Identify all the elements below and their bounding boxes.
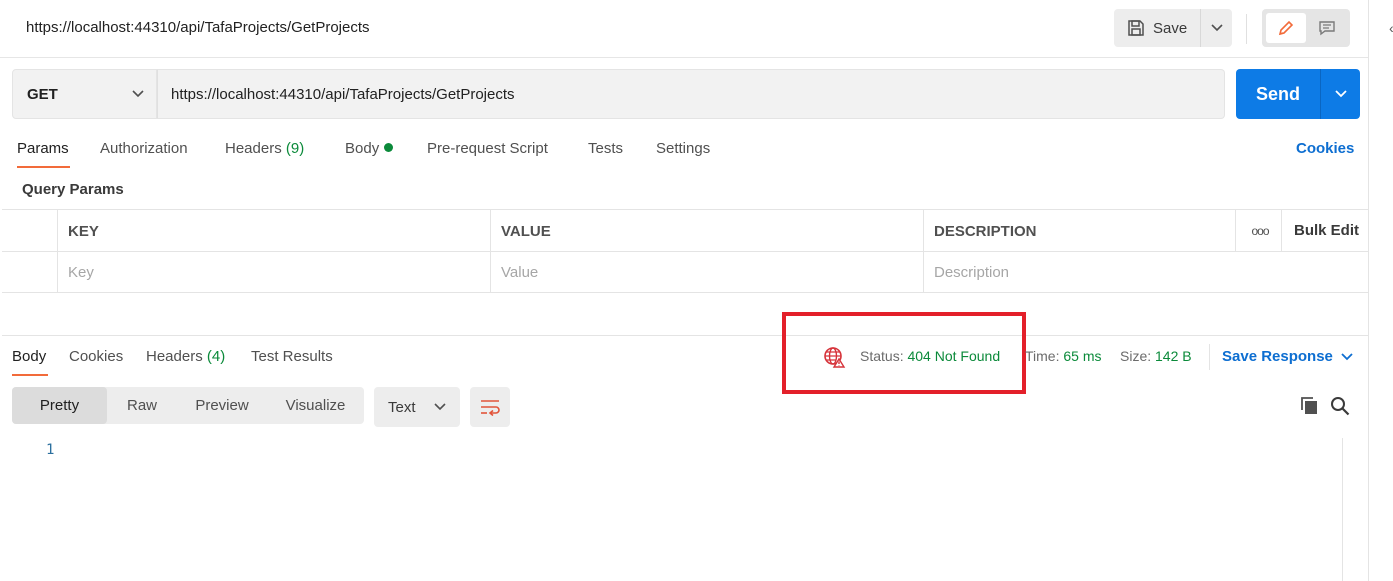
column-options-icon[interactable]: ooo <box>1237 210 1283 251</box>
active-tab-indicator <box>17 166 70 168</box>
comment-icon <box>1319 21 1335 36</box>
tab-body-label: Body <box>345 140 380 157</box>
save-response-button[interactable]: Save Response <box>1222 348 1353 365</box>
active-response-tab-indicator <box>12 374 48 376</box>
request-title[interactable]: https://localhost:44310/api/TafaProjects… <box>26 19 370 36</box>
response-view-modes: Pretty Raw Preview Visualize <box>12 387 364 424</box>
url-input[interactable] <box>157 69 1225 119</box>
edit-mode-button[interactable] <box>1266 13 1306 43</box>
response-tab-cookies[interactable]: Cookies <box>69 348 123 365</box>
method-select[interactable]: GET <box>12 69 157 119</box>
response-body-editor[interactable] <box>2 438 1360 581</box>
view-mode-visualize[interactable]: Visualize <box>267 387 364 424</box>
tab-params[interactable]: Params <box>17 140 69 157</box>
save-icon <box>1128 20 1144 36</box>
chevron-down-icon <box>1210 24 1223 32</box>
method-label: GET <box>27 85 58 103</box>
body-indicator-dot <box>384 143 394 152</box>
column-divider <box>490 210 491 293</box>
wrap-lines-icon <box>481 400 500 416</box>
size-label: Size: <box>1120 348 1152 364</box>
response-tab-headers-label: Headers <box>146 348 203 365</box>
tab-authorization[interactable]: Authorization <box>100 140 188 157</box>
column-header-key: KEY <box>68 223 99 240</box>
response-divider[interactable] <box>2 335 1368 336</box>
time-label: Time: <box>1025 348 1060 364</box>
view-mode-raw[interactable]: Raw <box>107 387 177 424</box>
response-size[interactable]: Size: 142 B <box>1120 348 1192 364</box>
param-description-input[interactable] <box>934 257 1354 287</box>
collapse-panel-icon[interactable]: ‹ <box>1389 20 1393 36</box>
tab-pre-request-script[interactable]: Pre-request Script <box>427 140 548 157</box>
search-icon[interactable] <box>1328 394 1352 418</box>
column-divider <box>57 210 58 293</box>
tab-headers-label: Headers <box>225 140 282 157</box>
save-label: Save <box>1153 19 1188 37</box>
header-divider <box>1246 14 1247 44</box>
status-highlight-box <box>782 312 1026 394</box>
tab-headers[interactable]: Headers (9) <box>225 140 304 157</box>
meta-divider <box>1209 344 1210 370</box>
column-header-description: DESCRIPTION <box>934 223 1037 240</box>
send-button[interactable]: Send <box>1236 69 1320 119</box>
response-format-select[interactable]: Text <box>374 387 460 427</box>
response-time[interactable]: Time: 65 ms <box>1025 348 1102 364</box>
size-value: 142 B <box>1155 348 1192 364</box>
column-divider <box>1235 210 1236 251</box>
line-number: 1 <box>46 442 55 458</box>
column-header-value: VALUE <box>501 223 551 240</box>
copy-icon[interactable] <box>1298 394 1322 418</box>
save-button-group: Save <box>1114 9 1232 47</box>
tab-tests[interactable]: Tests <box>588 140 623 157</box>
response-tab-body[interactable]: Body <box>12 348 46 365</box>
view-mode-toggle <box>1262 9 1350 47</box>
chevron-down-icon <box>1334 90 1347 98</box>
chevron-down-icon <box>1341 353 1353 361</box>
tab-headers-count: (9) <box>285 140 305 157</box>
comments-button[interactable] <box>1308 13 1346 43</box>
chevron-down-icon <box>434 403 446 411</box>
tab-body[interactable]: Body <box>345 140 394 157</box>
pane-border <box>1368 0 1369 581</box>
response-tab-headers[interactable]: Headers (4) <box>146 348 225 365</box>
send-options-button[interactable] <box>1320 69 1360 119</box>
bulk-edit-button[interactable]: Bulk Edit <box>1294 222 1359 239</box>
save-options-button[interactable] <box>1200 9 1232 47</box>
response-tab-headers-count: (4) <box>206 348 226 365</box>
editor-scrollbar[interactable] <box>1342 438 1343 581</box>
column-divider <box>923 210 924 293</box>
tab-settings[interactable]: Settings <box>656 140 710 157</box>
wrap-lines-button[interactable] <box>470 387 510 427</box>
pencil-icon <box>1278 20 1294 36</box>
time-value: 65 ms <box>1063 348 1102 364</box>
response-tab-test-results[interactable]: Test Results <box>251 348 333 365</box>
param-key-input[interactable] <box>68 257 478 287</box>
format-label: Text <box>388 398 416 416</box>
view-mode-pretty[interactable]: Pretty <box>12 387 107 424</box>
query-params-title: Query Params <box>22 181 124 198</box>
cookies-link[interactable]: Cookies <box>1296 140 1354 157</box>
param-value-input[interactable] <box>501 257 911 287</box>
query-params-table: KEY VALUE DESCRIPTION ooo Bulk Edit <box>2 209 1368 293</box>
table-row-divider <box>2 251 1368 252</box>
chevron-down-icon <box>132 90 144 98</box>
save-response-label: Save Response <box>1222 348 1333 365</box>
view-mode-preview[interactable]: Preview <box>177 387 267 424</box>
save-button[interactable]: Save <box>1114 9 1200 47</box>
